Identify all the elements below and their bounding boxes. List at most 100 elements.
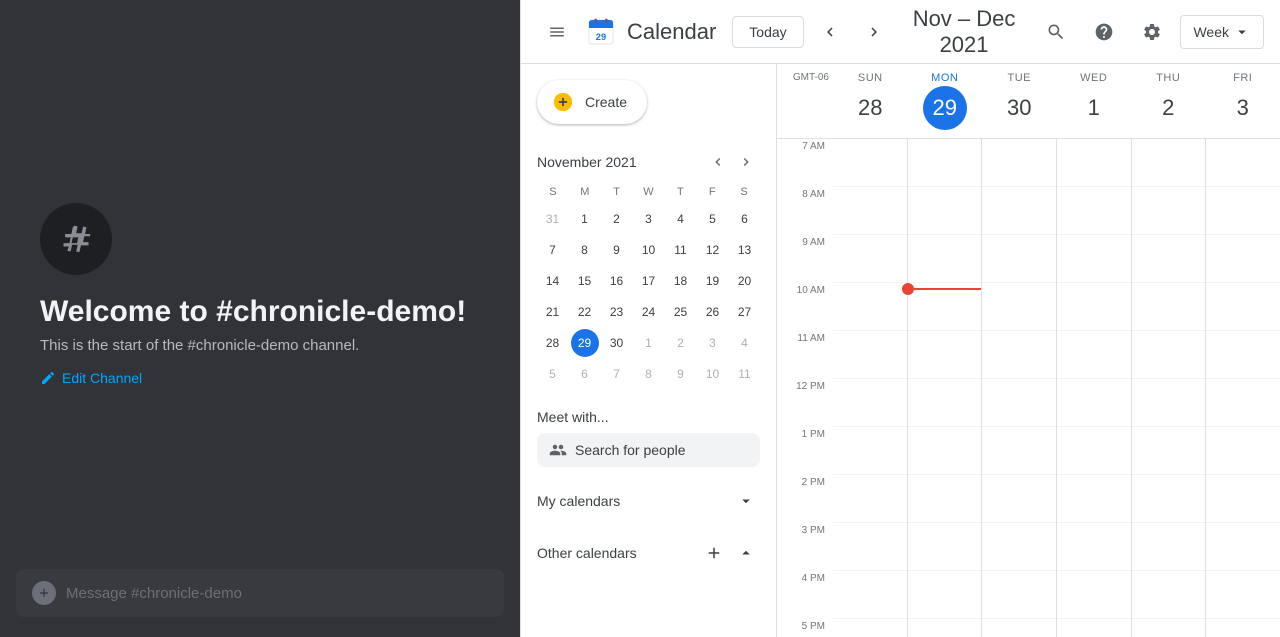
mini-day-14[interactable]: 14 (539, 267, 567, 295)
mini-day-12[interactable]: 12 (699, 236, 727, 264)
mini-day-2-other-month[interactable]: 2 (667, 329, 695, 357)
hamburger-icon (548, 23, 566, 41)
other-calendars-expand-button[interactable] (732, 539, 760, 567)
mini-day-16[interactable]: 16 (603, 267, 631, 295)
mini-day-30[interactable]: 30 (603, 329, 631, 357)
day-header-sun: SUN 28 (833, 64, 908, 138)
mini-day-26[interactable]: 26 (699, 298, 727, 326)
mini-day-10[interactable]: 10 (635, 236, 663, 264)
menu-button[interactable] (537, 12, 577, 52)
help-button[interactable] (1084, 12, 1124, 52)
mini-day-8-other-month[interactable]: 8 (635, 360, 663, 388)
time-slot-10am: 10 AM (777, 283, 833, 331)
mini-day-23[interactable]: 23 (603, 298, 631, 326)
mini-day-1-other-month[interactable]: 1 (635, 329, 663, 357)
search-button[interactable] (1036, 12, 1076, 52)
mini-day-29-today[interactable]: 29 (571, 329, 599, 357)
discord-content: Welcome to #chronicle-demo! This is the … (0, 0, 520, 569)
mini-day-7-other-month[interactable]: 7 (603, 360, 631, 388)
mini-day-28[interactable]: 28 (539, 329, 567, 357)
add-attachment-button[interactable] (32, 581, 56, 605)
meet-with-section: Meet with... Search for people (521, 397, 776, 475)
plus-icon (705, 544, 723, 562)
mini-day-25[interactable]: 25 (667, 298, 695, 326)
edit-channel-label: Edit Channel (62, 370, 142, 386)
channel-title: Welcome to #chronicle-demo! (40, 295, 480, 329)
time-label-2pm: 2 PM (802, 477, 825, 488)
mini-header-t1: T (601, 184, 633, 200)
day-num-1[interactable]: 1 (1072, 86, 1116, 130)
create-button[interactable]: Create (537, 80, 647, 124)
mini-day-10-other-month[interactable]: 10 (699, 360, 727, 388)
next-period-button[interactable] (856, 14, 892, 50)
mini-day-5[interactable]: 5 (699, 205, 727, 233)
mini-day-19[interactable]: 19 (699, 267, 727, 295)
mini-day-17[interactable]: 17 (635, 267, 663, 295)
day-num-2[interactable]: 2 (1146, 86, 1190, 130)
mini-day-2[interactable]: 2 (603, 205, 631, 233)
day-num-28[interactable]: 28 (848, 86, 892, 130)
mini-day-5-other-month[interactable]: 5 (539, 360, 567, 388)
mini-day-27[interactable]: 27 (731, 298, 759, 326)
view-selector-button[interactable]: Week (1180, 15, 1264, 49)
hash-icon (56, 219, 96, 259)
mini-day-21[interactable]: 21 (539, 298, 567, 326)
grid-col-tue[interactable] (981, 139, 1056, 637)
mini-day-9-other-month[interactable]: 9 (667, 360, 695, 388)
mini-day-8[interactable]: 8 (571, 236, 599, 264)
other-calendars-header[interactable]: Other calendars (537, 535, 760, 571)
mini-day-6[interactable]: 6 (731, 205, 759, 233)
message-input-box[interactable]: Message #chronicle-demo (16, 569, 504, 617)
prev-period-button[interactable] (812, 14, 848, 50)
settings-button[interactable] (1132, 12, 1172, 52)
mini-day-3[interactable]: 3 (635, 205, 663, 233)
mini-prev-button[interactable] (704, 148, 732, 176)
mini-day-7[interactable]: 7 (539, 236, 567, 264)
day-num-29[interactable]: 29 (923, 86, 967, 130)
grid-col-mon[interactable] (907, 139, 982, 637)
mini-day-4-other-month[interactable]: 4 (731, 329, 759, 357)
calendar-period: Nov – Dec 2021 (900, 6, 1029, 58)
chevron-down-icon (737, 492, 755, 510)
mini-day-18[interactable]: 18 (667, 267, 695, 295)
mini-day-3-other-month[interactable]: 3 (699, 329, 727, 357)
time-label-7am: 7 AM (802, 141, 825, 152)
mini-next-button[interactable] (732, 148, 760, 176)
time-label-3pm: 3 PM (802, 525, 825, 536)
plus-icon (37, 586, 51, 600)
mini-day-24[interactable]: 24 (635, 298, 663, 326)
day-header-tue: TUE 30 (982, 64, 1057, 138)
time-labels-column: 7 AM 8 AM 9 AM 10 AM 11 AM 12 PM 1 PM 2 … (777, 139, 833, 637)
mini-day-31-other-month[interactable]: 31 (539, 205, 567, 233)
mini-day-22[interactable]: 22 (571, 298, 599, 326)
mini-day-1[interactable]: 1 (571, 205, 599, 233)
mini-day-11-other-month[interactable]: 11 (731, 360, 759, 388)
my-calendars-header[interactable]: My calendars (537, 483, 760, 519)
mini-calendar: November 2021 S M (521, 140, 776, 397)
time-slot-12pm: 12 PM (777, 379, 833, 427)
today-button[interactable]: Today (732, 16, 803, 48)
mini-day-20[interactable]: 20 (731, 267, 759, 295)
edit-channel-button[interactable]: Edit Channel (40, 370, 480, 386)
chevron-right-icon (865, 23, 883, 41)
create-label: Create (585, 94, 627, 110)
mini-day-9[interactable]: 9 (603, 236, 631, 264)
day-num-30[interactable]: 30 (997, 86, 1041, 130)
mini-day-4[interactable]: 4 (667, 205, 695, 233)
mini-day-6-other-month[interactable]: 6 (571, 360, 599, 388)
mini-cal-header: November 2021 (537, 148, 760, 176)
grid-col-wed[interactable] (1056, 139, 1131, 637)
my-calendars-expand-button[interactable] (732, 487, 760, 515)
day-num-3[interactable]: 3 (1221, 86, 1265, 130)
mini-day-15[interactable]: 15 (571, 267, 599, 295)
time-slot-11am: 11 AM (777, 331, 833, 379)
svg-text:29: 29 (596, 32, 606, 42)
search-people-input[interactable]: Search for people (537, 433, 760, 467)
grid-col-thu[interactable] (1131, 139, 1206, 637)
grid-col-fri[interactable] (1205, 139, 1280, 637)
add-other-calendar-button[interactable] (700, 539, 728, 567)
mini-day-11[interactable]: 11 (667, 236, 695, 264)
mini-day-13[interactable]: 13 (731, 236, 759, 264)
day-header-thu: THU 2 (1131, 64, 1206, 138)
grid-col-sun[interactable] (833, 139, 907, 637)
